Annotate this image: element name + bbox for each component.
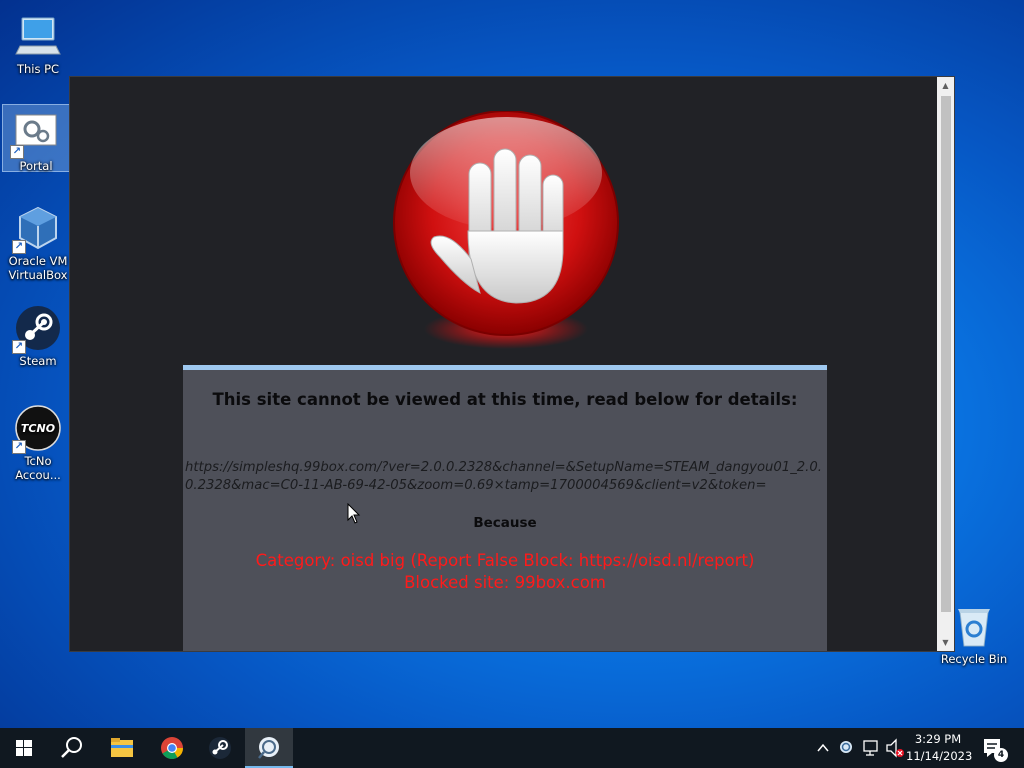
svg-text:TCNO: TCNO [21,422,55,435]
block-details-panel: This site cannot be viewed at this time,… [183,365,827,651]
virtualbox-icon: ↗ [12,204,62,254]
vertical-scrollbar[interactable]: ▲ ▼ [937,77,954,651]
desktop-icon-label: Oracle VM VirtualBox [8,254,68,282]
taskbar-clock[interactable]: 3:29 PM 11/14/2023 [906,731,973,765]
taskbar-portal[interactable] [245,728,293,768]
desktop-icon-label: Recycle Bin [940,652,1008,666]
network-icon [863,740,878,756]
mouse-cursor-icon [347,502,361,525]
desktop-icon-virtualbox[interactable]: ↗ Oracle VM VirtualBox [4,200,72,282]
volume-button[interactable] [884,728,906,768]
recycle-bin-icon [950,602,998,650]
search-button[interactable] [48,728,96,768]
tcno-icon: TCNO ↗ [12,404,62,454]
chevron-up-icon [817,743,829,752]
because-label: Because [473,515,537,531]
taskbar-steam[interactable] [196,728,244,768]
chrome-icon [161,737,183,759]
blocked-page-window: This site cannot be viewed at this time,… [69,76,955,652]
blocked-url: https://simpleshq.99box.com/?ver=2.0.0.2… [185,460,822,493]
portal-gear-icon: ↗ [10,109,60,159]
volume-muted-icon [886,738,904,758]
action-center-button[interactable]: 4 [978,728,1008,768]
portal-icon [258,737,279,759]
desktop-icon-steam[interactable]: ↗ Steam [4,300,72,368]
desktop-icon-portal[interactable]: ↗ Portal [2,104,70,173]
computer-icon [14,12,62,60]
network-button[interactable] [860,728,882,768]
block-heading: This site cannot be viewed at this time,… [212,390,798,409]
stop-hand-icon [388,110,624,351]
shortcut-arrow-icon: ↗ [12,340,26,354]
desktop-icon-label: Portal [19,159,53,173]
shortcut-arrow-icon: ↗ [12,440,26,454]
portal-tray-icon [840,741,852,753]
desktop-icon-label: TcNo Accou... [15,454,61,482]
desktop-icon-label: This PC [16,62,60,76]
scroll-up-icon[interactable]: ▲ [937,77,954,94]
scroll-down-icon[interactable]: ▼ [937,634,954,651]
taskbar: 3:29 PM 11/14/2023 4 [0,728,1024,768]
taskbar-chrome[interactable] [148,728,196,768]
shortcut-arrow-icon: ↗ [10,145,24,159]
file-explorer-icon [111,738,133,757]
steam-icon [209,737,231,759]
start-button[interactable] [0,728,48,768]
clock-time: 3:29 PM [914,732,962,746]
show-hidden-icons-button[interactable] [814,728,832,768]
taskbar-file-explorer[interactable] [98,728,146,768]
scroll-thumb[interactable] [941,96,951,612]
desktop-icon-label: Steam [19,354,57,368]
blocked-site: Blocked site: 99box.com [404,573,606,592]
block-category: Category: oisd big (Report False Block: … [255,551,755,570]
tray-portal-button[interactable] [836,728,856,768]
search-icon [61,737,82,758]
notification-count-badge: 4 [994,748,1008,762]
windows-logo-icon [16,740,32,756]
desktop-icon-this-pc[interactable]: This PC [4,8,72,76]
steam-icon: ↗ [12,304,62,354]
clock-date: 11/14/2023 [906,749,973,763]
shortcut-arrow-icon: ↗ [12,240,26,254]
desktop-icon-tcno[interactable]: TCNO ↗ TcNo Accou... [4,400,72,482]
